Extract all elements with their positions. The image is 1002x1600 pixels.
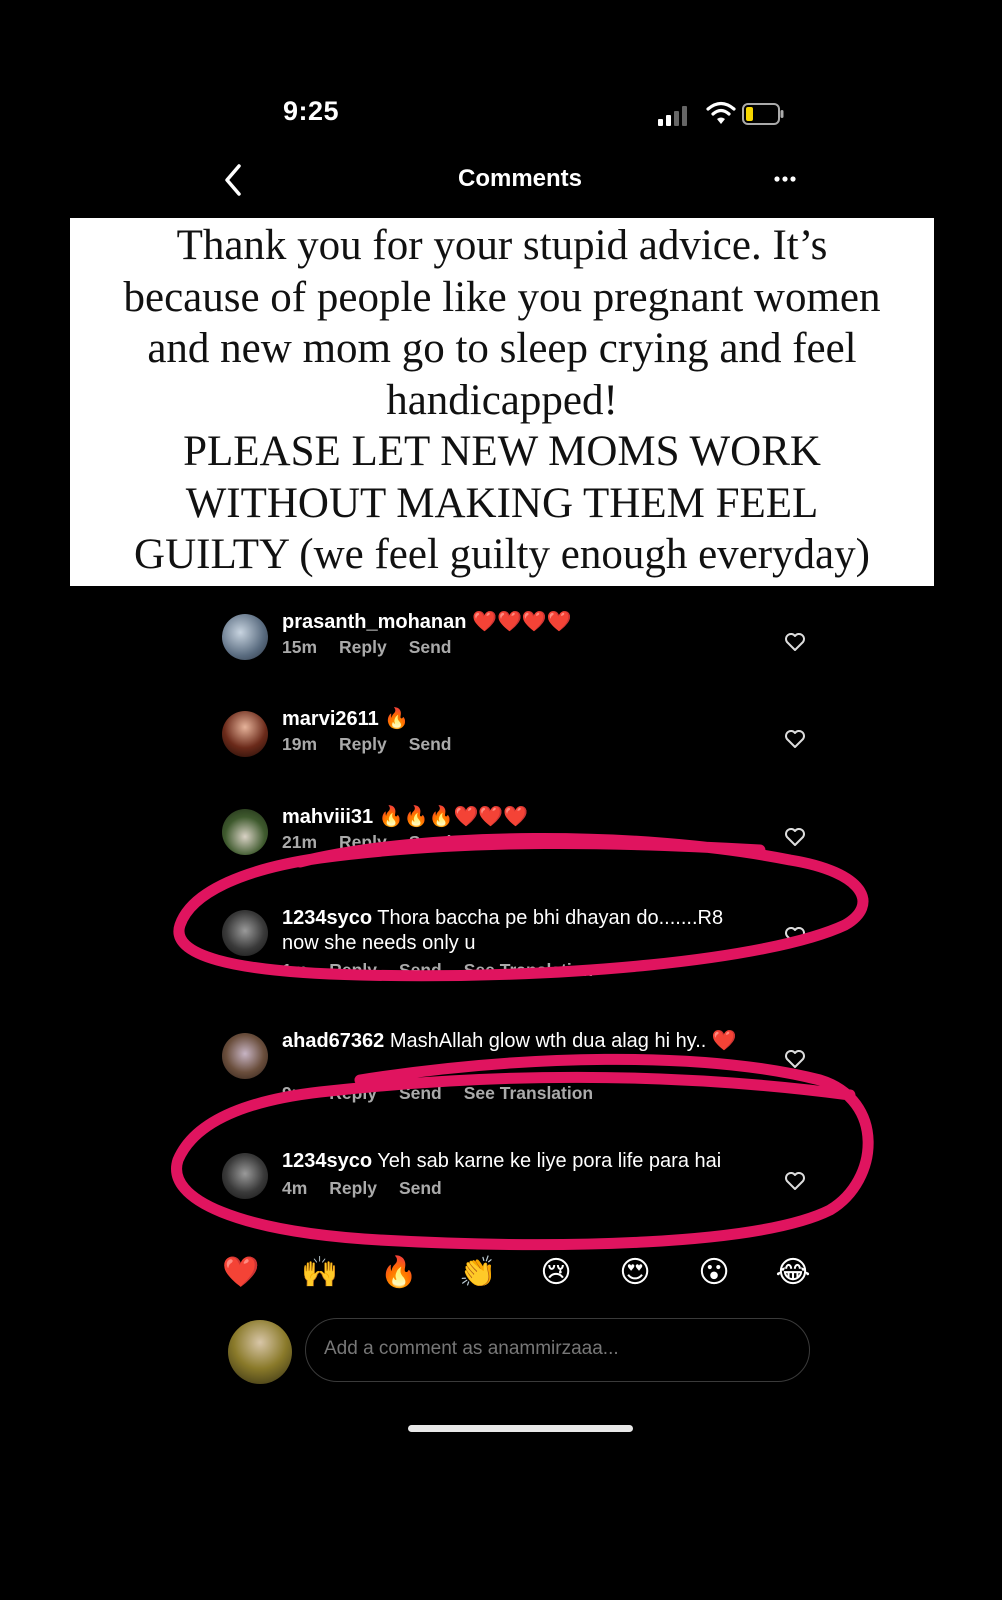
send-button[interactable]: Send [409,637,452,657]
comment-meta: 4m Reply Send [282,1178,464,1199]
send-button[interactable]: Send [409,832,452,852]
battery-low-icon [742,103,784,125]
comment-time: 4m [282,1178,308,1198]
comment-item: 1234syco Thora baccha pe bhi dhayan do..… [222,907,805,981]
reaction-raised-hands[interactable]: 🙌 [301,1255,338,1291]
comment-text: mahviii31 🔥🔥🔥❤️❤️❤️ [282,805,752,830]
comment-item: prasanth_mohanan ❤️❤️❤️❤️ 15m Reply Send [222,611,805,674]
avatar[interactable] [222,910,268,956]
comment-meta: 15m Reply Send [282,637,473,658]
comment-body: ❤️❤️❤️❤️ [472,611,572,633]
more-horizontal-icon[interactable] [772,166,798,192]
comment-text: ahad67362 MashAllah glow wth dua alag hi… [282,1029,752,1054]
comment-username[interactable]: prasanth_mohanan [282,611,466,633]
comment-time: 1m [282,960,308,980]
comment-item: mahviii31 🔥🔥🔥❤️❤️❤️ 21m Reply Send [222,806,805,869]
avatar[interactable] [222,711,268,757]
comment-username[interactable]: 1234syco [282,907,372,929]
comment-input[interactable]: Add a comment as anammirzaaa... [305,1318,810,1382]
comment-item: 1234syco Yeh sab karne ke liye pora life… [222,1150,805,1213]
reply-button[interactable]: Reply [339,832,387,852]
reaction-heart-eyes[interactable]: 😍 [617,1255,653,1291]
avatar[interactable] [222,1153,268,1199]
status-time: 9:25 [283,96,340,126]
reply-button[interactable]: Reply [339,637,387,657]
reaction-fire[interactable]: 🔥 [380,1255,417,1291]
reaction-surprised[interactable]: 😮 [696,1255,732,1291]
overlay-line: handicapped! [386,376,618,424]
overlay-line: PLEASE LET NEW MOMS WORK [183,428,821,475]
comment-username[interactable]: 1234syco [282,1150,372,1172]
comment-meta: 9m Reply Send See Translation [282,1083,615,1104]
avatar[interactable] [222,1033,268,1079]
page-title: Comments [457,165,583,192]
comment-body: MashAllah glow wth dua alag hi hy.. ❤️ [389,1030,737,1052]
comment-username[interactable]: ahad67362 [282,1030,384,1052]
reaction-heart[interactable]: ❤️ [222,1255,259,1291]
comment-username[interactable]: marvi2611 [282,708,379,730]
home-indicator [408,1425,633,1432]
reaction-bar: ❤️ 🙌 🔥 👏 😢 😍 😮 😂 [222,1255,822,1295]
comment-body: 🔥🔥🔥❤️❤️❤️ [378,806,529,828]
send-button[interactable]: Send [399,960,442,980]
overlay-line: Thank you for your stupid advice. It’s [176,222,828,269]
comment-time: 15m [282,637,318,657]
comment-meta: 21m Reply Send [282,832,473,853]
send-button[interactable]: Send [399,1083,442,1103]
comment-item: marvi2611 🔥 19m Reply Send [222,708,805,771]
avatar[interactable] [222,614,268,660]
reply-button[interactable]: Reply [329,1178,377,1198]
send-button[interactable]: Send [409,734,452,754]
heart-outline-icon[interactable] [784,827,806,847]
heart-outline-icon[interactable] [784,632,806,652]
comment-text: 1234syco Thora baccha pe bhi dhayan do..… [282,906,762,956]
heart-outline-icon[interactable] [784,926,806,946]
overlay-line: because of people like you pregnant wome… [123,273,881,321]
overlay-line: GUILTY (we feel guilty enough everyday) [134,531,870,578]
heart-outline-icon[interactable] [784,1171,806,1191]
heart-outline-icon[interactable] [784,1049,806,1069]
reply-button[interactable]: Reply [329,1083,377,1103]
comment-meta: 19m Reply Send [282,734,473,755]
reply-button[interactable]: Reply [329,960,377,980]
comment-text: 1234syco Yeh sab karne ke liye pora life… [282,1149,752,1174]
comment-text: prasanth_mohanan ❤️❤️❤️❤️ [282,610,752,635]
overlay-line: WITHOUT MAKING THEM FEEL [185,479,819,527]
current-user-avatar [228,1320,292,1384]
comment-time: 21m [282,832,318,852]
reply-button[interactable]: Reply [339,734,387,754]
wifi-icon [706,101,736,124]
overlay-text-card: Thank you for your stupid advice. It’s b… [70,218,934,586]
heart-outline-icon[interactable] [784,729,806,749]
comment-body: 🔥 [384,708,410,730]
comment-item: ahad67362 MashAllah glow wth dua alag hi… [222,1030,805,1104]
overlay-line: and new mom go to sleep crying and feel [147,325,857,372]
avatar[interactable] [222,809,268,855]
see-translation-button[interactable]: See Translation [464,1083,593,1103]
comment-body: Yeh sab karne ke liye pora life para hai [377,1150,722,1172]
reaction-clap[interactable]: 👏 [459,1255,496,1291]
comment-username[interactable]: mahviii31 [282,806,373,828]
comment-meta: 1m Reply Send See Translation [282,960,615,981]
reaction-cry[interactable]: 😢 [538,1255,574,1291]
send-button[interactable]: Send [399,1178,442,1198]
comment-time: 9m [282,1083,308,1103]
comment-time: 19m [282,734,318,754]
reaction-laugh[interactable]: 😂 [775,1255,811,1291]
comment-text: marvi2611 🔥 [282,707,752,732]
see-translation-button[interactable]: See Translation [464,960,593,980]
cellular-signal-icon [658,106,687,126]
